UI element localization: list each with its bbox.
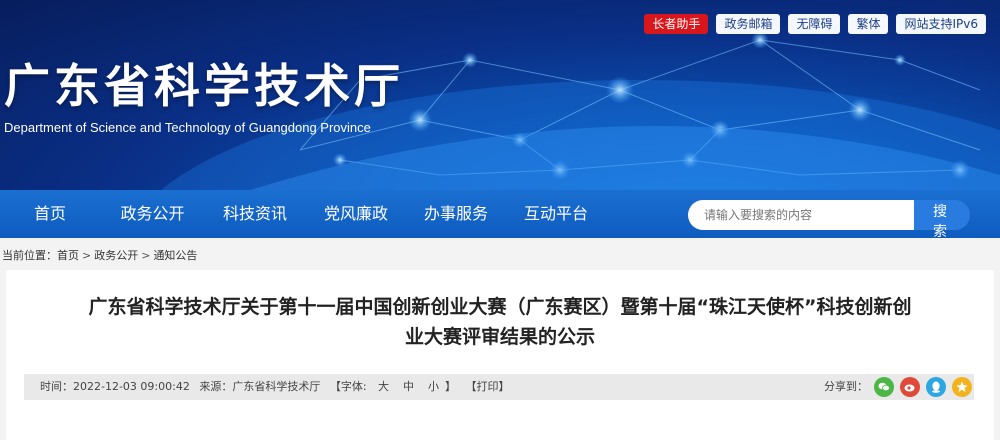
search-bar: 搜 索	[688, 200, 970, 240]
font-size-close: 】	[445, 380, 457, 393]
accessibility-link[interactable]: 无障碍	[788, 14, 841, 34]
traditional-chinese-link[interactable]: 繁体	[848, 14, 889, 34]
search-button[interactable]: 搜 索	[914, 200, 970, 240]
weibo-icon[interactable]	[900, 377, 920, 397]
breadcrumb-notices[interactable]: 通知公告	[153, 249, 197, 262]
nav-item-interaction[interactable]: 互动平台	[505, 190, 607, 238]
font-size-controls: 【字体: 大 中 小】	[330, 380, 462, 393]
site-subtitle: Department of Science and Technology of …	[4, 120, 371, 135]
share-label: 分享到：	[824, 380, 868, 393]
gov-mail-link[interactable]: 政务邮箱	[716, 14, 781, 34]
print-button[interactable]: 【打印】	[466, 380, 510, 393]
font-size-medium-button[interactable]: 中	[403, 380, 414, 393]
font-size-large-button[interactable]: 大	[378, 380, 389, 393]
breadcrumb-gov-affairs[interactable]: 政务公开	[94, 249, 138, 262]
breadcrumb-separator: >	[82, 249, 92, 262]
article-source: 来源：广东省科学技术厅	[199, 380, 321, 393]
breadcrumb-separator: >	[141, 249, 151, 262]
site-title: 广东省科学技术厅	[4, 59, 404, 113]
elder-helper-link[interactable]: 长者助手	[644, 14, 709, 34]
breadcrumb-home[interactable]: 首页	[57, 249, 79, 262]
header-banner: 长者助手 政务邮箱 无障碍 繁体 网站支持IPv6 广东省科学技术厅 Depar…	[0, 0, 1000, 190]
ipv6-link[interactable]: 网站支持IPv6	[896, 14, 986, 34]
nav-item-integrity[interactable]: 党风廉政	[305, 190, 407, 238]
qq-icon[interactable]	[926, 377, 946, 397]
share-bar: 分享到：	[824, 374, 972, 400]
font-size-label: 【字体:	[329, 380, 367, 393]
nav-item-services[interactable]: 办事服务	[407, 190, 505, 238]
article-title-line1: 广东省科学技术厅关于第十一届中国创新创业大赛（广东赛区）暨第十届“珠江天使杯”科…	[88, 296, 912, 318]
search-input[interactable]	[688, 200, 914, 230]
breadcrumb-prefix: 当前位置：	[2, 249, 57, 262]
article-meta-bar: 时间：2022-12-03 09:00:42 来源：广东省科学技术厅 【字体: …	[24, 374, 974, 400]
wechat-icon[interactable]	[874, 377, 894, 397]
nav-item-home[interactable]: 首页	[0, 190, 100, 238]
article-title: 广东省科学技术厅关于第十一届中国创新创业大赛（广东赛区）暨第十届“珠江天使杯”科…	[6, 292, 994, 352]
nav-item-gov-affairs[interactable]: 政务公开	[100, 190, 205, 238]
article-title-line2: 业大赛评审结果的公示	[404, 326, 595, 348]
qzone-icon[interactable]	[952, 377, 972, 397]
publish-time: 时间：2022-12-03 09:00:42	[40, 380, 190, 393]
nav-item-tech-news[interactable]: 科技资讯	[205, 190, 305, 238]
article-panel: 广东省科学技术厅关于第十一届中国创新创业大赛（广东赛区）暨第十届“珠江天使杯”科…	[6, 270, 994, 440]
top-links: 长者助手 政务邮箱 无障碍 繁体 网站支持IPv6	[644, 14, 986, 34]
font-size-small-button[interactable]: 小	[428, 380, 439, 393]
breadcrumb: 当前位置：首页 > 政务公开 > 通知公告	[2, 247, 197, 263]
